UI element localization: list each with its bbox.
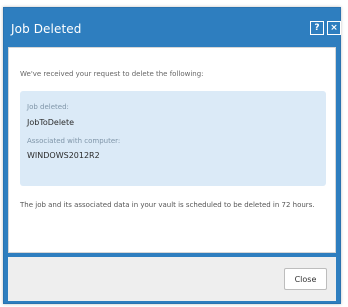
job-deleted-dialog: Job Deleted ? × We've received your requ… bbox=[3, 7, 341, 304]
help-icon[interactable]: ? bbox=[310, 21, 324, 35]
dialog-body: We've received your request to delete th… bbox=[8, 47, 336, 253]
dialog-titlebar: Job Deleted ? × bbox=[4, 8, 341, 44]
close-icon[interactable]: × bbox=[327, 21, 341, 35]
close-button[interactable]: Close bbox=[284, 268, 327, 290]
dialog-footer: Close bbox=[8, 257, 336, 301]
job-name-value: JobToDelete bbox=[27, 118, 75, 127]
deleted-job-info-box: Job deleted: JobToDelete Associated with… bbox=[20, 91, 326, 186]
job-label: Job deleted: bbox=[27, 103, 69, 111]
deletion-schedule-note: The job and its associated data in your … bbox=[20, 201, 315, 209]
computer-label: Associated with computer: bbox=[27, 137, 121, 145]
intro-text: We've received your request to delete th… bbox=[20, 70, 204, 78]
dialog-title: Job Deleted bbox=[11, 22, 82, 36]
computer-name-value: WINDOWS2012R2 bbox=[27, 151, 100, 160]
